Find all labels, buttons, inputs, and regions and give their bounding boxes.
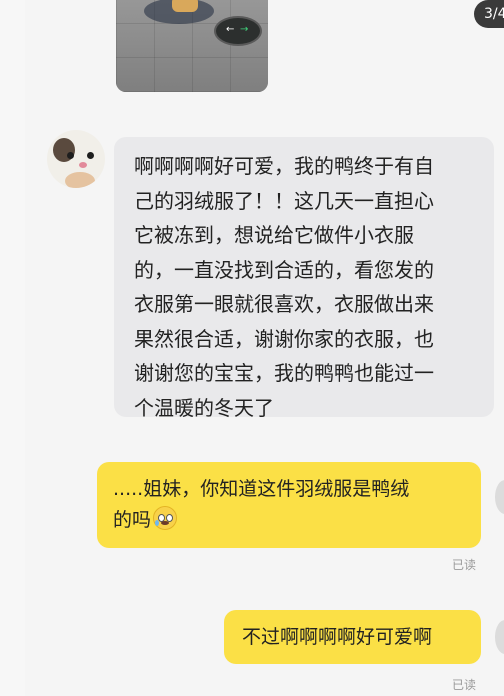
anxious-sweat-face-icon	[153, 506, 178, 530]
arrow-right-icon: →	[240, 24, 249, 35]
avatar-eye-left	[67, 152, 74, 159]
message-text: 的吗	[113, 509, 152, 531]
message-line: 谢谢您的宝宝，我的鸭鸭也能过一	[134, 361, 434, 385]
message-line: 果然很合适，谢谢你家的衣服，也	[134, 326, 434, 351]
message-line: .....姐妹，你知道这件羽绒服是鸭绒	[113, 478, 410, 500]
photo-direction-sign: ← →	[214, 16, 262, 46]
message-line-with-emoji: 的吗	[113, 505, 481, 536]
image-page-counter: 3/4	[474, 0, 504, 28]
message-line: 它被冻到，想说给它做件小衣服	[134, 223, 414, 247]
message-line: 的，一直没找到合适的，看您发的	[134, 257, 434, 282]
read-receipt: 已读	[452, 558, 477, 572]
read-receipt: 已读	[452, 678, 477, 692]
message-line: 己的羽绒服了！！这几天一直担心	[134, 188, 434, 213]
photo-duck-feet	[172, 0, 198, 12]
message-line: 衣服第一眼就很喜欢，衣服做出来	[134, 292, 434, 316]
incoming-message-bubble[interactable]: 啊啊啊啊好可爱，我的鸭终于有自 己的羽绒服了！！这几天一直担心 它被冻到，想说给…	[114, 137, 494, 420]
avatar-nose	[79, 162, 87, 168]
outgoing-message-bubble[interactable]: .....姐妹，你知道这件羽绒服是鸭绒 的吗	[97, 462, 481, 548]
left-frame-edge	[0, 0, 25, 696]
avatar-eye-right	[87, 152, 94, 159]
message-line: 啊啊啊啊好可爱，我的鸭终于有自	[134, 154, 434, 178]
image-message[interactable]: ← →	[116, 0, 268, 92]
emoji-mouth	[161, 521, 170, 525]
outgoing-message-bubble[interactable]: 不过啊啊啊啊好可爱啊	[224, 610, 481, 664]
message-text: 不过啊啊啊啊好可爱啊	[242, 626, 433, 648]
message-line: 个温暖的冬天了	[134, 395, 274, 420]
arrow-left-icon: ←	[226, 24, 235, 35]
emoji-tear	[155, 520, 160, 526]
avatar-chin	[65, 172, 95, 188]
sender-avatar[interactable]	[47, 130, 105, 188]
